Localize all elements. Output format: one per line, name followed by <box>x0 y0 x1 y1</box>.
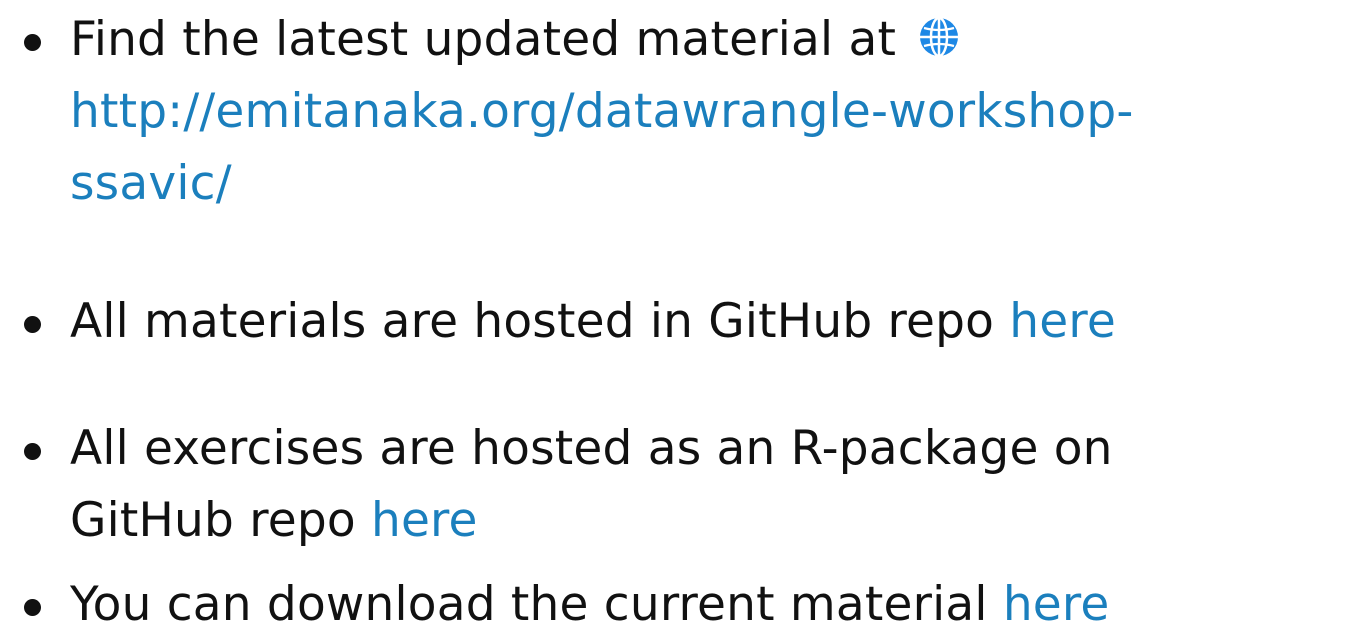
exercises-repo-link[interactable]: here <box>371 493 478 548</box>
item-line: You can download the current material he… <box>70 569 1350 641</box>
item-text: Find the latest updated material at <box>70 12 897 67</box>
workshop-url-link[interactable]: http://emitanaka.org/datawrangle-worksho… <box>70 76 1350 220</box>
bullet-dot <box>24 316 41 333</box>
item-text: All materials are hosted in GitHub repo <box>70 294 995 349</box>
workshop-url-line2: ssavic/ <box>70 156 232 211</box>
workshop-url-line1: http://emitanaka.org/datawrangle-worksho… <box>70 84 1134 139</box>
list-item-materials-repo: All materials are hosted in GitHub repo … <box>24 286 1350 358</box>
item-text: You can download the current material <box>70 577 988 632</box>
materials-repo-link[interactable]: here <box>1009 294 1116 349</box>
item-line: All materials are hosted in GitHub repo … <box>70 286 1350 358</box>
item-text-line1: All exercises are hosted as an R-package… <box>70 421 1113 476</box>
bullet-dot <box>24 599 41 616</box>
download-material-link[interactable]: here <box>1003 577 1110 632</box>
item-text-line2: GitHub repo <box>70 493 356 548</box>
bullet-dot <box>24 443 41 460</box>
globe-icon <box>917 8 961 58</box>
list-item-download: You can download the current material he… <box>24 569 1350 641</box>
item-line: Find the latest updated material at <box>70 4 1350 76</box>
item-line: GitHub repo here <box>70 485 1350 557</box>
bullet-dot <box>24 34 41 51</box>
list-item-latest-material: Find the latest updated material at http… <box>24 4 1350 220</box>
list-item-exercises-repo: All exercises are hosted as an R-package… <box>24 413 1350 557</box>
